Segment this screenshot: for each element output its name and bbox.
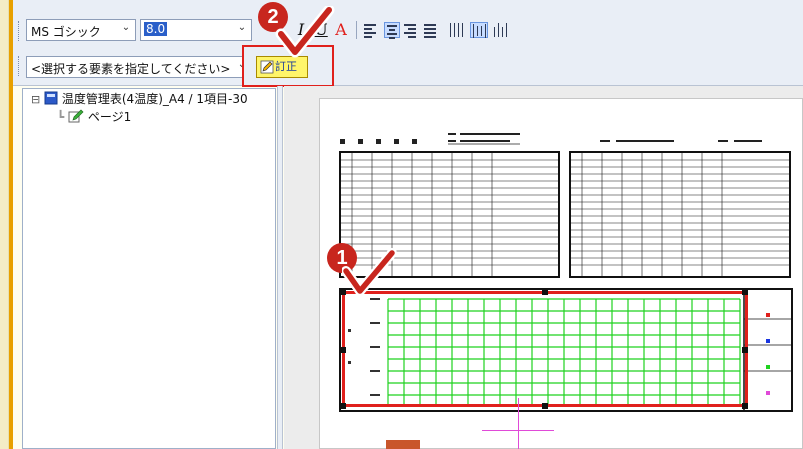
selected-graph-element[interactable] — [342, 291, 748, 407]
element-selector-value: <選択する要素を指定してください> — [31, 62, 231, 76]
tree-root-label: 温度管理表(4温度)_A4 / 1項目-30 — [61, 92, 248, 106]
chevron-down-icon[interactable]: ⌄ — [234, 22, 250, 36]
separator — [356, 21, 357, 39]
font-name-value: MS ゴシック — [31, 25, 101, 39]
element-selector[interactable]: <選択する要素を指定してください> — [26, 56, 244, 78]
tree-connector: ┗ — [57, 110, 65, 124]
selection-handle[interactable] — [742, 289, 748, 295]
toolbar-grip[interactable] — [18, 21, 21, 41]
selection-handle[interactable] — [542, 403, 548, 409]
crosshair-vertical — [518, 398, 519, 449]
font-size-value: 8.0 — [144, 22, 168, 36]
align-right-icon[interactable] — [404, 22, 420, 38]
left-margin — [0, 0, 9, 449]
selection-handle[interactable] — [742, 403, 748, 409]
page-edit-icon — [68, 109, 84, 123]
format-toolbar: MS ゴシック ⌄ 8.0 ⌄ I U A — [16, 19, 756, 43]
align-left-icon[interactable] — [364, 22, 380, 38]
collapse-icon[interactable]: ⊟ — [31, 93, 40, 106]
tree-root-item[interactable]: ⊟ 温度管理表(4温度)_A4 / 1項目-30 — [31, 90, 248, 107]
checkmark-icon — [275, 6, 335, 58]
valign-middle-icon[interactable] — [470, 22, 488, 38]
edit-button-label: 訂正 — [275, 60, 297, 73]
checkmark-icon — [342, 248, 397, 296]
align-center-icon[interactable] — [384, 22, 400, 39]
valign-bottom-icon[interactable] — [492, 22, 510, 38]
toolbar-grip[interactable] — [18, 56, 21, 76]
panel-splitter[interactable] — [277, 86, 283, 449]
document-tree: ⊟ 温度管理表(4温度)_A4 / 1項目-30 ┗ ページ1 — [22, 88, 276, 449]
edit-button[interactable]: 訂正 — [256, 56, 308, 78]
tree-child-label: ページ1 — [87, 110, 132, 124]
selection-handle[interactable] — [340, 347, 346, 353]
app-window: MS ゴシック ⌄ 8.0 ⌄ I U A <選択する要素を指定してください> … — [0, 0, 803, 449]
align-justify-icon[interactable] — [424, 22, 440, 38]
selection-handle[interactable] — [542, 289, 548, 295]
document-icon — [44, 91, 58, 105]
tree-child-item[interactable]: ┗ ページ1 — [57, 108, 131, 125]
page-tab-marker[interactable] — [386, 440, 420, 449]
selection-handle[interactable] — [340, 403, 346, 409]
crosshair-horizontal — [482, 430, 554, 431]
selection-handle[interactable] — [742, 347, 748, 353]
font-color-label: A — [335, 20, 347, 39]
element-toolbar: <選択する要素を指定してください> ⌄ — [16, 54, 756, 82]
chevron-down-icon[interactable]: ⌄ — [118, 22, 134, 36]
valign-top-icon[interactable] — [448, 22, 466, 38]
pencil-icon — [260, 60, 274, 74]
